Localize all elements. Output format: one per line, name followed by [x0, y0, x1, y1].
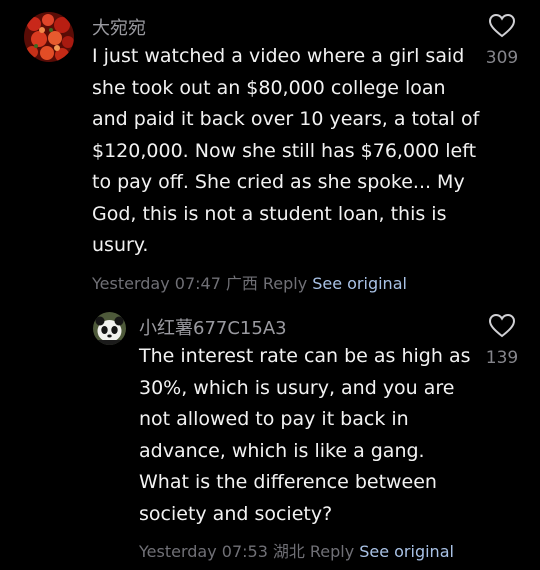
comment-meta: Yesterday 07:53 湖北 Reply See original [139, 538, 459, 562]
location: 湖北 [272, 542, 305, 561]
timestamp: Yesterday 07:53 [139, 542, 268, 561]
comment-text: The interest rate can be as high as 30%,… [139, 345, 471, 525]
timestamp: Yesterday 07:47 [92, 274, 221, 293]
location: 广西 [225, 274, 258, 293]
like-button[interactable]: 139 [472, 314, 532, 368]
red-flowers-avatar-icon [24, 12, 74, 62]
username[interactable]: 小红薯677C15A3 [139, 314, 287, 340]
heart-icon [489, 314, 515, 338]
comment-meta: Yesterday 07:47 广西 Reply See original [92, 270, 412, 294]
like-count: 139 [485, 348, 519, 368]
like-count: 309 [485, 48, 519, 68]
avatar[interactable] [93, 312, 126, 345]
see-original-link[interactable]: See original [312, 274, 407, 293]
avatar[interactable] [24, 12, 74, 62]
reply-button[interactable]: Reply [263, 274, 307, 293]
see-original-link[interactable]: See original [359, 542, 454, 561]
reply-button[interactable]: Reply [310, 542, 354, 561]
like-button[interactable]: 309 [472, 14, 532, 68]
comment-text: I just watched a video where a girl said… [92, 45, 480, 256]
panda-avatar-icon [93, 312, 126, 345]
heart-icon [489, 14, 515, 38]
username[interactable]: 大宛宛 [92, 14, 146, 40]
